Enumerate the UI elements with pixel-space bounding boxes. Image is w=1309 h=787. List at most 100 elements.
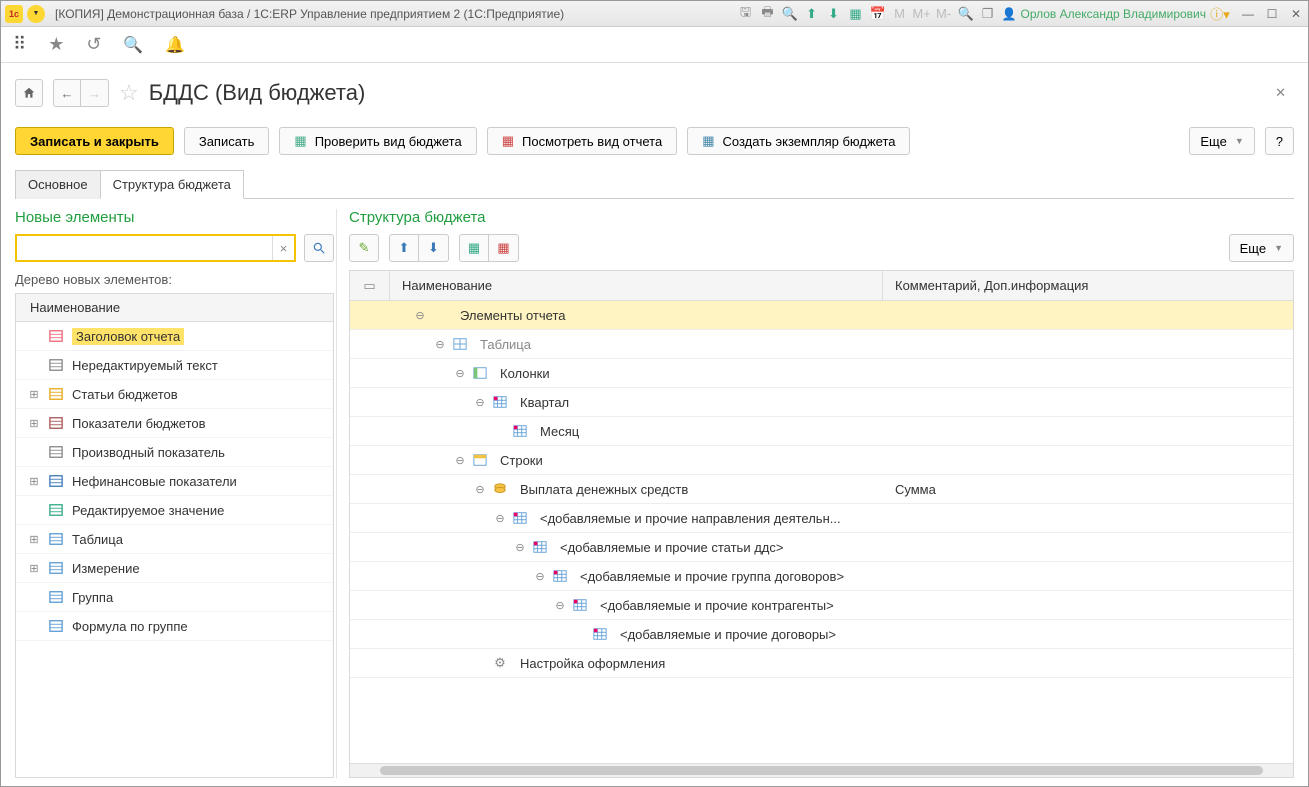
- grid-row[interactable]: ⊖<добавляемые и прочие статьи ддс>: [350, 533, 1293, 562]
- windows-icon[interactable]: ❐: [980, 6, 996, 22]
- check-budget-button[interactable]: ▦ Проверить вид бюджета: [279, 127, 476, 155]
- tree-item[interactable]: Нередактируемый текст: [16, 351, 333, 380]
- tree-item[interactable]: ⊞Статьи бюджетов: [16, 380, 333, 409]
- row-toggle-icon[interactable]: ⊖: [494, 512, 506, 525]
- calendar-icon[interactable]: 📅: [870, 6, 886, 22]
- right-more-label: Еще: [1240, 241, 1266, 256]
- favorite-icon[interactable]: ★: [48, 34, 64, 55]
- move-up-button[interactable]: ⬆: [389, 234, 419, 262]
- row-toggle-icon[interactable]: ⊖: [554, 599, 566, 612]
- tab-main[interactable]: Основное: [15, 170, 100, 199]
- calc-icon[interactable]: ▦: [848, 6, 864, 22]
- toggle-icon[interactable]: ⊞: [28, 562, 40, 575]
- row-label: Месяц: [540, 424, 579, 439]
- row-icon: [572, 597, 588, 613]
- search-button[interactable]: [304, 234, 334, 262]
- grid-row[interactable]: ⊖Выплата денежных средствСумма: [350, 475, 1293, 504]
- row-toggle-icon[interactable]: ⊖: [474, 396, 486, 409]
- grid-row[interactable]: Месяц: [350, 417, 1293, 446]
- grid-row[interactable]: ⚙Настройка оформления: [350, 649, 1293, 678]
- add-col-button[interactable]: ▦: [459, 234, 489, 262]
- mem-m-icon[interactable]: M: [892, 6, 908, 22]
- right-more-button[interactable]: Еще▼: [1229, 234, 1294, 262]
- row-toggle-icon[interactable]: ⊖: [514, 541, 526, 554]
- grid-header-name[interactable]: Наименование: [390, 271, 883, 300]
- row-name-cell: ⊖Квартал: [390, 394, 883, 410]
- tree-item[interactable]: ⊞Измерение: [16, 554, 333, 583]
- grid-row[interactable]: ⊖Таблица: [350, 330, 1293, 359]
- apps-icon[interactable]: ⠿: [13, 34, 26, 55]
- preview-icon[interactable]: 🔍: [782, 6, 798, 22]
- grid-header-marker[interactable]: ▭: [350, 271, 390, 300]
- row-toggle-icon[interactable]: ⊖: [474, 483, 486, 496]
- scrollbar-thumb[interactable]: [380, 766, 1263, 775]
- tree-item[interactable]: ⊞Таблица: [16, 525, 333, 554]
- tree-item[interactable]: Производный показатель: [16, 438, 333, 467]
- search-icon[interactable]: 🔍: [123, 35, 143, 55]
- toggle-icon[interactable]: ⊞: [28, 417, 40, 430]
- item-icon: [48, 618, 64, 634]
- toggle-icon[interactable]: ⊞: [28, 388, 40, 401]
- print-icon[interactable]: 🖶: [760, 6, 776, 22]
- grid-row[interactable]: ⊖Квартал: [350, 388, 1293, 417]
- grid-row[interactable]: ⊖Колонки: [350, 359, 1293, 388]
- home-icon: [22, 86, 36, 100]
- titlebar-dropdown-icon[interactable]: ▼: [27, 5, 45, 23]
- edit-button[interactable]: ✎: [349, 234, 379, 262]
- home-button[interactable]: [15, 79, 43, 107]
- grid-row[interactable]: ⊖<добавляемые и прочие группа договоров>: [350, 562, 1293, 591]
- tree-item[interactable]: Группа: [16, 583, 333, 612]
- tree-item[interactable]: ⊞Нефинансовые показатели: [16, 467, 333, 496]
- grid-row[interactable]: ⊖<добавляемые и прочие направления деяте…: [350, 504, 1293, 533]
- more-button[interactable]: Еще▼: [1189, 127, 1254, 155]
- toggle-icon[interactable]: ⊞: [28, 533, 40, 546]
- save-button[interactable]: Записать: [184, 127, 270, 155]
- grid-row[interactable]: ⊖<добавляемые и прочие контрагенты>: [350, 591, 1293, 620]
- save-icon[interactable]: 🖫: [738, 6, 754, 22]
- close-icon[interactable]: ✕: [1288, 6, 1304, 22]
- forward-button[interactable]: →: [81, 79, 109, 107]
- toggle-icon[interactable]: ⊞: [28, 475, 40, 488]
- user-label[interactable]: 👤 Орлов Александр Владимирович: [1002, 7, 1206, 21]
- back-button[interactable]: ←: [53, 79, 81, 107]
- move-down-button[interactable]: ⬇: [419, 234, 449, 262]
- search-clear-button[interactable]: ×: [272, 236, 294, 260]
- tree-item[interactable]: Заголовок отчета: [16, 322, 333, 351]
- row-toggle-icon[interactable]: ⊖: [434, 338, 446, 351]
- right-panel: Структура бюджета ✎ ⬆ ⬇ ▦ ▦ Еще▼: [349, 209, 1294, 778]
- row-toggle-icon[interactable]: ⊖: [454, 454, 466, 467]
- create-instance-button[interactable]: ▦ Создать экземпляр бюджета: [687, 127, 910, 155]
- save-close-button[interactable]: Записать и закрыть: [15, 127, 174, 155]
- tree-item[interactable]: Формула по группе: [16, 612, 333, 641]
- grid-row[interactable]: <добавляемые и прочие договоры>: [350, 620, 1293, 649]
- search-input[interactable]: [17, 236, 272, 260]
- star-icon[interactable]: ☆: [119, 80, 139, 106]
- grid-row[interactable]: ⊖Элементы отчета: [350, 301, 1293, 330]
- grid-row[interactable]: ⊖Строки: [350, 446, 1293, 475]
- doc-out-icon[interactable]: ⬆: [804, 6, 820, 22]
- tab-structure[interactable]: Структура бюджета: [100, 170, 244, 199]
- mem-mminus-icon[interactable]: M-: [936, 6, 952, 22]
- left-tree-body: Заголовок отчетаНередактируемый текст⊞Ст…: [16, 322, 333, 641]
- zoom-icon[interactable]: 🔍: [958, 6, 974, 22]
- tree-item[interactable]: ⊞Показатели бюджетов: [16, 409, 333, 438]
- row-toggle-icon[interactable]: ⊖: [534, 570, 546, 583]
- history-icon[interactable]: ↺: [86, 34, 101, 55]
- bell-icon[interactable]: 🔔: [165, 35, 185, 55]
- horizontal-scrollbar[interactable]: [350, 763, 1293, 777]
- view-report-button[interactable]: ▦ Посмотреть вид отчета: [487, 127, 677, 155]
- titlebar-tools: 🖫 🖶 🔍 ⬆ ⬇ ▦ 📅 M M+ M- 🔍 ❐ 👤 Орлов Алекса…: [738, 6, 1228, 22]
- del-col-button[interactable]: ▦: [489, 234, 519, 262]
- left-tree-header: Наименование: [16, 294, 333, 322]
- tree-item[interactable]: Редактируемое значение: [16, 496, 333, 525]
- row-toggle-icon[interactable]: ⊖: [454, 367, 466, 380]
- help-button[interactable]: ?: [1265, 127, 1294, 155]
- row-toggle-icon[interactable]: ⊖: [414, 309, 426, 322]
- mem-mplus-icon[interactable]: M+: [914, 6, 930, 22]
- maximize-icon[interactable]: ☐: [1264, 6, 1280, 22]
- minimize-icon[interactable]: —: [1240, 6, 1256, 22]
- page-close-button[interactable]: ✕: [1267, 81, 1294, 105]
- info-icon[interactable]: ⓘ▾: [1212, 6, 1228, 22]
- grid-header-comment[interactable]: Комментарий, Доп.информация: [883, 271, 1293, 300]
- doc-in-icon[interactable]: ⬇: [826, 6, 842, 22]
